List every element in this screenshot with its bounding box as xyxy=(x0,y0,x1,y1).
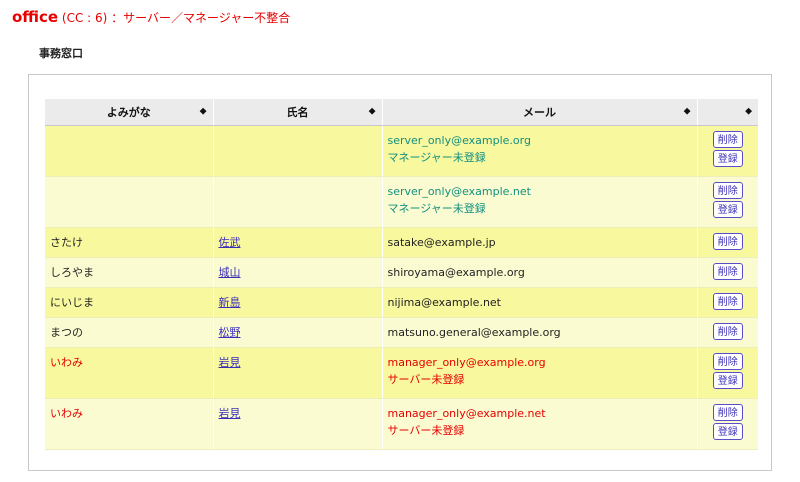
table-row: server_only@example.org マネージャー未登録 削除登録 xyxy=(45,125,758,177)
sort-updown-icon[interactable]: ◆ xyxy=(200,107,207,117)
cell-email: manager_only@example.org サーバー未登録 xyxy=(381,347,697,399)
table-row: さたけ 佐武 satake@example.jp 削除 xyxy=(45,227,758,258)
register-button[interactable]: 登録 xyxy=(712,372,743,389)
cell-name: 新島 xyxy=(212,287,382,318)
cell-kana: まつの xyxy=(45,317,213,348)
cell-email: matsuno.general@example.org xyxy=(381,317,697,348)
cell-actions: 削除 登録 xyxy=(696,347,758,399)
cell-kana: さたけ xyxy=(45,227,213,258)
title-detail: (CC : 6) ：サーバー／マネージャー不整合 xyxy=(58,11,291,25)
cell-email: nijima@example.net xyxy=(381,287,697,318)
cell-name xyxy=(212,176,382,228)
cell-name: 佐武 xyxy=(212,227,382,258)
delete-button[interactable]: 削除 xyxy=(712,293,743,310)
sort-updown-icon[interactable]: ◆ xyxy=(684,107,691,117)
delete-button[interactable]: 削除 xyxy=(712,131,743,148)
cell-actions: 削除 xyxy=(696,227,758,258)
delete-button[interactable]: 削除 xyxy=(712,404,743,421)
cell-email: server_only@example.org マネージャー未登録 xyxy=(381,125,697,177)
column-header-label: メール xyxy=(523,106,556,119)
cell-email: manager_only@example.net サーバー未登録 xyxy=(381,398,697,450)
column-header-name[interactable]: 氏名 ◆ xyxy=(212,99,382,126)
delete-button[interactable]: 削除 xyxy=(712,353,743,370)
member-name-link[interactable]: 佐武 xyxy=(219,236,241,249)
column-header-label: 氏名 xyxy=(286,106,309,119)
office-name: office xyxy=(12,8,59,26)
table-row: まつの 松野 matsuno.general@example.org 削除 xyxy=(45,317,758,348)
table-row: いわみ 岩見 manager_only@example.net サーバー未登録 削… xyxy=(45,398,758,450)
cell-email: satake@example.jp xyxy=(381,227,697,258)
column-header-kana[interactable]: よみがな ◆ xyxy=(45,99,213,126)
cell-kana: いわみ xyxy=(45,347,213,399)
table-row: server_only@example.net マネージャー未登録 削除登録 xyxy=(45,176,758,228)
status-note: サーバー未登録 xyxy=(387,373,465,386)
email-text: nijima@example.net xyxy=(387,296,502,309)
members-table: よみがな ◆ 氏名 ◆ メール ◆ ◆ server_only@example.org… xyxy=(45,99,758,450)
register-button[interactable]: 登録 xyxy=(712,201,743,218)
section-title: 事務窓口 xyxy=(39,47,83,60)
column-header-actions[interactable]: ◆ xyxy=(696,99,758,126)
delete-button[interactable]: 削除 xyxy=(712,233,743,250)
table-row: しろやま 城山 shiroyama@example.org 削除 xyxy=(45,257,758,288)
cell-name: 岩見 xyxy=(212,347,382,399)
table-row: にいじま 新島 nijima@example.net 削除 xyxy=(45,287,758,318)
status-note: マネージャー未登録 xyxy=(387,151,486,164)
sort-updown-icon[interactable]: ◆ xyxy=(745,107,752,117)
email-text: manager_only@example.org xyxy=(387,356,546,369)
delete-button[interactable]: 削除 xyxy=(712,182,743,199)
table-header-row: よみがな ◆ 氏名 ◆ メール ◆ ◆ xyxy=(45,99,758,126)
table-row: いわみ 岩見 manager_only@example.org サーバー未登録 削… xyxy=(45,347,758,399)
register-button[interactable]: 登録 xyxy=(712,150,743,167)
member-name-link[interactable]: 岩見 xyxy=(219,407,241,420)
email-text: manager_only@example.net xyxy=(387,407,546,420)
column-header-label: よみがな xyxy=(106,106,151,119)
cell-kana xyxy=(45,125,213,177)
cell-actions: 削除 登録 xyxy=(696,398,758,450)
cell-actions: 削除 登録 xyxy=(696,176,758,228)
cell-name: 城山 xyxy=(212,257,382,288)
cell-kana: にいじま xyxy=(45,287,213,318)
cell-email: shiroyama@example.org xyxy=(381,257,697,288)
column-header-email[interactable]: メール ◆ xyxy=(381,99,697,126)
member-name-link[interactable]: 岩見 xyxy=(219,356,241,369)
cell-actions: 削除 登録 xyxy=(696,125,758,177)
cell-name xyxy=(212,125,382,177)
email-text: satake@example.jp xyxy=(387,236,496,249)
cell-actions: 削除 xyxy=(696,317,758,348)
sort-updown-icon[interactable]: ◆ xyxy=(369,107,376,117)
cell-kana: いわみ xyxy=(45,398,213,450)
page-title: office (CC : 6) ：サーバー／マネージャー不整合 xyxy=(12,6,290,28)
delete-button[interactable]: 削除 xyxy=(712,263,743,280)
email-text: server_only@example.org xyxy=(387,134,531,147)
cell-name: 松野 xyxy=(212,317,382,348)
email-text: matsuno.general@example.org xyxy=(387,326,561,339)
status-note: サーバー未登録 xyxy=(387,424,465,437)
email-text: shiroyama@example.org xyxy=(387,266,525,279)
cell-email: server_only@example.net マネージャー未登録 xyxy=(381,176,697,228)
member-name-link[interactable]: 城山 xyxy=(219,266,241,279)
cell-actions: 削除 xyxy=(696,257,758,288)
email-text: server_only@example.net xyxy=(387,185,531,198)
delete-button[interactable]: 削除 xyxy=(712,323,743,340)
cell-name: 岩見 xyxy=(212,398,382,450)
member-name-link[interactable]: 松野 xyxy=(219,326,241,339)
members-panel: よみがな ◆ 氏名 ◆ メール ◆ ◆ server_only@example.org… xyxy=(28,74,772,471)
cell-kana: しろやま xyxy=(45,257,213,288)
status-note: マネージャー未登録 xyxy=(387,202,486,215)
cell-actions: 削除 xyxy=(696,287,758,318)
cell-kana xyxy=(45,176,213,228)
member-name-link[interactable]: 新島 xyxy=(219,296,241,309)
register-button[interactable]: 登録 xyxy=(712,423,743,440)
